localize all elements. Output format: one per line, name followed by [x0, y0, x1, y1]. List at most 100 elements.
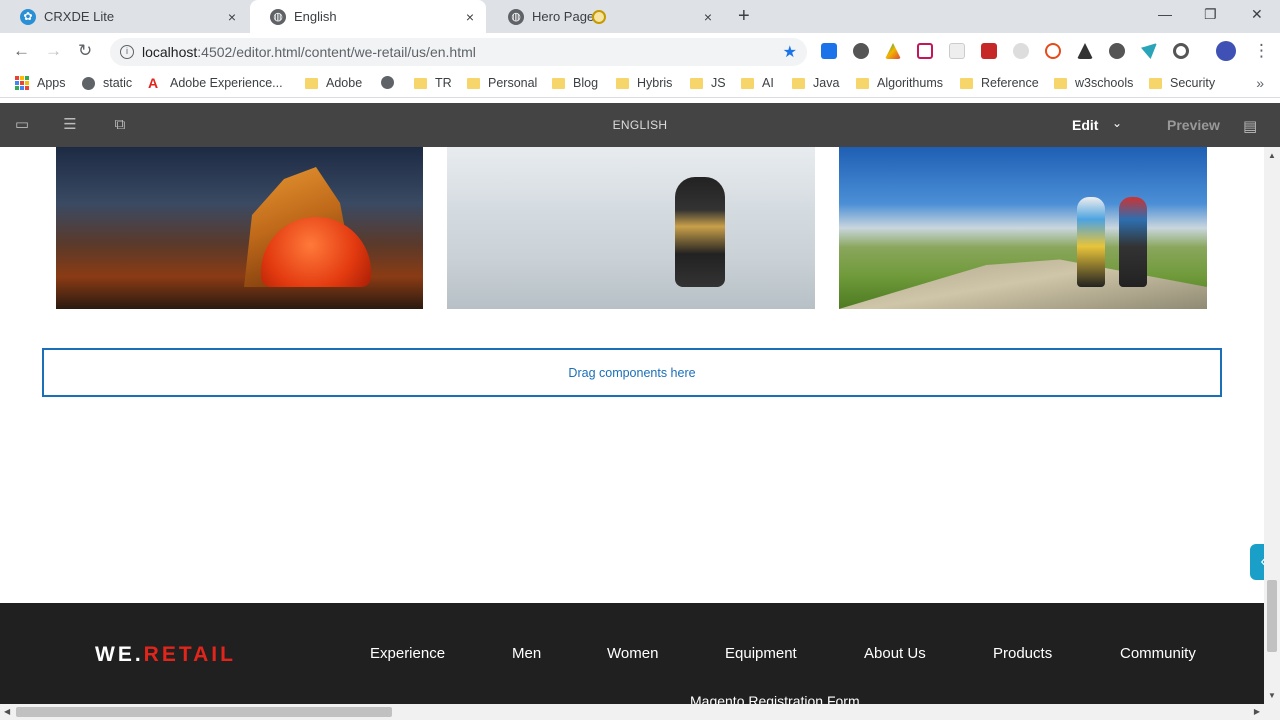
bookmark-globe[interactable] [381, 76, 402, 89]
globe-icon [82, 76, 95, 90]
bookmark-folder-tr[interactable]: TR [414, 76, 452, 90]
camping-image[interactable] [56, 147, 423, 309]
close-tab-icon[interactable]: × [224, 9, 240, 25]
bookmark-folder-ai[interactable]: AI [741, 76, 774, 90]
folder-icon [792, 77, 805, 89]
extension-circle-icon[interactable] [853, 43, 869, 59]
bookmark-folder-js[interactable]: JS [690, 76, 726, 90]
bookmark-folder-algorithums[interactable]: Algorithums [856, 76, 943, 90]
mountain-bikers-image[interactable] [839, 147, 1207, 309]
footer-nav-men[interactable]: Men [512, 645, 541, 662]
restore-icon[interactable]: ❐ [1204, 6, 1217, 23]
folder-icon [1054, 77, 1067, 89]
scroll-down-icon[interactable]: ▼ [1268, 691, 1276, 700]
site-footer: WE.RETAIL Experience Men Women Equipment… [0, 603, 1264, 704]
folder-icon [960, 77, 973, 89]
bookmark-star-icon[interactable]: ★ [783, 42, 797, 62]
extension-wordpress-icon[interactable] [1109, 43, 1125, 59]
loading-spinner-icon [592, 10, 606, 24]
tab-hero-page[interactable]: ◍ Hero Page × [488, 0, 724, 33]
tab-english[interactable]: ◍ English × [250, 0, 486, 33]
horizontal-scrollbar[interactable]: ◀ ▶ [0, 704, 1280, 720]
tab-title: Hero Page [532, 9, 595, 24]
scrollbar-thumb[interactable] [16, 707, 392, 717]
globe-icon: ◍ [270, 8, 286, 25]
folder-icon [305, 77, 318, 89]
bookmark-folder-java[interactable]: Java [792, 76, 839, 90]
bookmark-folder-blog[interactable]: Blog [552, 76, 598, 90]
folder-icon [552, 77, 565, 89]
folder-icon [1149, 77, 1162, 89]
globe-icon: ◍ [508, 8, 524, 25]
preview-button[interactable]: Preview [1167, 117, 1220, 133]
drag-components-dropzone[interactable]: Drag components here [42, 348, 1222, 397]
bookmark-folder-w3schools[interactable]: w3schools [1054, 76, 1133, 90]
url-text: localhost:4502/editor.html/content/we-re… [142, 44, 476, 60]
scroll-right-icon[interactable]: ▶ [1254, 707, 1260, 716]
close-window-icon[interactable]: ✕ [1251, 6, 1263, 23]
tab-title: English [294, 9, 337, 24]
footer-nav-products[interactable]: Products [993, 645, 1052, 662]
menu-icon[interactable]: ⋮ [1253, 41, 1270, 61]
bookmark-folder-hybris[interactable]: Hybris [616, 76, 672, 90]
info-icon[interactable]: i [120, 45, 134, 59]
extension-blank-icon[interactable] [949, 43, 965, 59]
extension-pocket-icon[interactable] [917, 43, 933, 59]
close-tab-icon[interactable]: × [462, 9, 478, 25]
edit-mode-button[interactable]: Edit [1072, 117, 1098, 133]
folder-icon [741, 77, 754, 89]
bookmark-folder-adobe[interactable]: Adobe [305, 76, 362, 90]
extension-grey-icon[interactable] [1013, 43, 1029, 59]
glacier-climber-image[interactable] [447, 147, 815, 309]
extension-sync-icon[interactable] [1173, 43, 1189, 59]
extension-orange-icon[interactable] [1045, 43, 1061, 59]
extension-red-icon[interactable] [981, 43, 997, 59]
aem-editor-toolbar: ▭ ☰ ⧉ ENGLISH Edit ⌄ Preview ▤ [0, 103, 1280, 147]
vertical-scrollbar[interactable]: ▲ ▼ [1264, 147, 1280, 704]
extension-check-icon[interactable] [821, 43, 837, 59]
profile-avatar[interactable] [1216, 41, 1236, 61]
bookmark-folder-personal[interactable]: Personal [467, 76, 537, 90]
folder-icon [690, 77, 703, 89]
we-retail-logo[interactable]: WE.RETAIL [95, 643, 236, 667]
bookmark-folder-security[interactable]: Security [1149, 76, 1215, 90]
folder-icon [856, 77, 869, 89]
apps-icon [15, 76, 29, 90]
extension-bird-icon[interactable] [1141, 43, 1157, 59]
back-icon[interactable]: ← [13, 41, 30, 61]
bookmark-static[interactable]: static [82, 76, 132, 90]
new-tab-button[interactable]: + [738, 6, 750, 26]
bookmarks-overflow-icon[interactable]: » [1256, 75, 1264, 91]
scrollbar-thumb[interactable] [1267, 580, 1277, 652]
footer-nav-experience[interactable]: Experience [370, 645, 445, 662]
footer-subnav-item[interactable]: Magento Registration Form [690, 693, 860, 704]
scroll-up-icon[interactable]: ▲ [1268, 151, 1276, 160]
footer-nav-about-us[interactable]: About Us [864, 645, 926, 662]
bookmark-adobe-experience[interactable]: A Adobe Experience... [148, 76, 283, 90]
bookmarks-bar: Apps static A Adobe Experience... Adobe T… [0, 70, 1280, 98]
close-tab-icon[interactable]: × [700, 9, 716, 25]
bookmark-apps[interactable]: Apps [15, 76, 66, 90]
reload-icon[interactable]: ↻ [78, 41, 92, 61]
extension-angular-icon[interactable] [1077, 43, 1093, 59]
tab-title: CRXDE Lite [44, 9, 115, 24]
forward-icon[interactable]: → [45, 41, 62, 61]
folder-icon [414, 77, 427, 89]
footer-nav-community[interactable]: Community [1120, 645, 1196, 662]
chevron-down-icon[interactable]: ⌄ [1112, 116, 1122, 130]
scroll-left-icon[interactable]: ◀ [4, 707, 10, 716]
bookmark-folder-reference[interactable]: Reference [960, 76, 1039, 90]
crxde-icon: ✿ [20, 8, 36, 25]
minimize-icon[interactable]: — [1158, 6, 1172, 22]
address-bar[interactable]: i localhost:4502/editor.html/content/we-… [110, 38, 807, 66]
page-content: Drag components here [0, 147, 1264, 603]
tab-crxde-lite[interactable]: ✿ CRXDE Lite × [0, 0, 248, 33]
browser-toolbar: ← → ↻ i localhost:4502/editor.html/conte… [0, 33, 1280, 70]
adobe-icon: A [148, 75, 159, 91]
annotations-icon[interactable]: ▤ [1243, 117, 1257, 135]
extension-drive-icon[interactable] [885, 43, 901, 59]
footer-nav-women[interactable]: Women [607, 645, 658, 662]
globe-icon [381, 76, 394, 89]
folder-icon [616, 77, 629, 89]
footer-nav-equipment[interactable]: Equipment [725, 645, 797, 662]
